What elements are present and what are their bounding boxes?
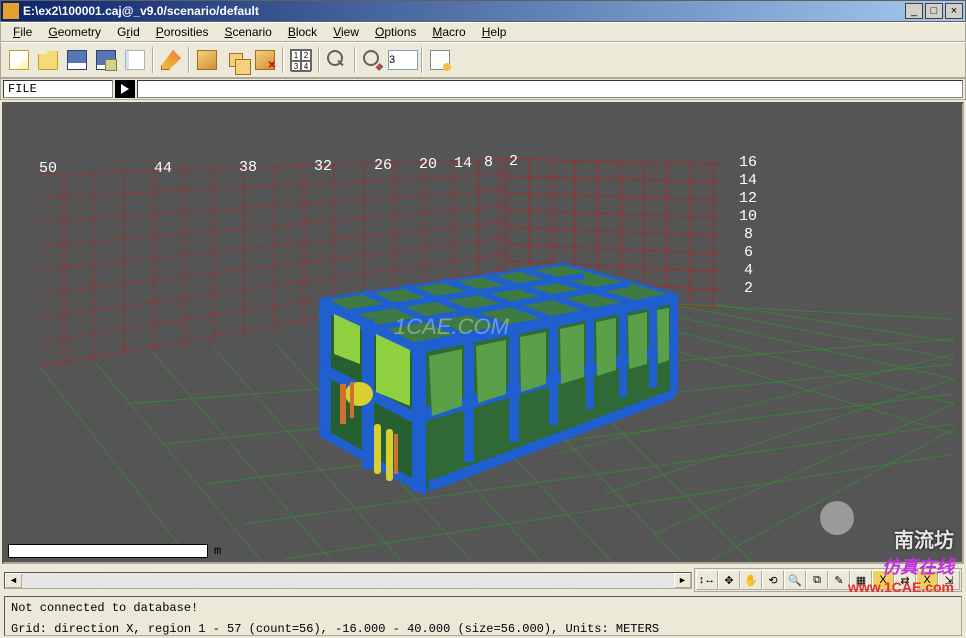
page-button[interactable] xyxy=(121,46,149,74)
tool-clip[interactable]: ▦ xyxy=(850,570,872,590)
axis-x-label: 14 xyxy=(454,155,472,172)
axis-x-label: 20 xyxy=(419,156,437,173)
boxes-button[interactable] xyxy=(222,46,250,74)
properties-button[interactable] xyxy=(426,46,454,74)
axis-z-label: 10 xyxy=(739,208,757,225)
file-go-button[interactable] xyxy=(115,80,135,98)
tool-axis-swap[interactable]: ⇄ xyxy=(894,570,916,590)
menu-macro[interactable]: Macro xyxy=(424,23,473,41)
view-quad-icon: 1234 xyxy=(290,49,312,71)
menu-view[interactable]: View xyxy=(325,23,367,41)
minimize-button[interactable]: _ xyxy=(905,3,923,19)
menu-bar: File Geometry Grid Porosities Scenario B… xyxy=(0,22,966,42)
app-icon xyxy=(3,3,19,19)
tool-measure[interactable]: ✎ xyxy=(828,570,850,590)
boxes-icon xyxy=(229,53,243,67)
tool-rotate[interactable]: ⟲ xyxy=(762,570,784,590)
box-icon xyxy=(197,50,217,70)
scale-ruler xyxy=(8,544,208,558)
scroll-left-button[interactable]: ◄ xyxy=(5,573,22,588)
edit-icon xyxy=(161,50,181,70)
save-all-icon xyxy=(96,50,116,70)
spin-value-input[interactable] xyxy=(388,50,418,70)
page-icon xyxy=(125,50,145,70)
menu-geometry[interactable]: Geometry xyxy=(40,23,109,41)
maximize-button[interactable]: □ xyxy=(925,3,943,19)
axis-z-label: 4 xyxy=(744,262,753,279)
box-delete-button[interactable] xyxy=(251,46,279,74)
status-line-2: Grid: direction X, region 1 - 57 (count=… xyxy=(11,621,955,638)
axis-z-label: 16 xyxy=(739,154,757,171)
status-line-1: Not connected to database! xyxy=(11,600,955,617)
open-folder-icon xyxy=(38,50,58,70)
save-icon xyxy=(67,50,87,70)
scale-ruler-unit: m xyxy=(214,544,221,558)
axis-x-label: 32 xyxy=(314,158,332,175)
tool-pan[interactable]: ✋ xyxy=(740,570,762,590)
box-button[interactable] xyxy=(193,46,221,74)
new-file-button[interactable] xyxy=(5,46,33,74)
menu-options[interactable]: Options xyxy=(367,23,424,41)
menu-block[interactable]: Block xyxy=(280,23,325,41)
close-button[interactable]: × xyxy=(945,3,963,19)
watermark-center: 1CAE.COM xyxy=(394,314,509,340)
bottom-row: ◄ ► ↕↔ ✥ ✋ ⟲ 🔍 ⧉ ✎ ▦ X ⇄ X ⇲ xyxy=(0,566,966,594)
zoom-icon xyxy=(327,50,347,70)
horizontal-scrollbar[interactable]: ◄ ► xyxy=(4,572,692,589)
tool-axis-reset[interactable]: ⇲ xyxy=(938,570,960,590)
toolbar: 1234 xyxy=(0,42,966,78)
axis-z-label: 14 xyxy=(739,172,757,189)
box-delete-icon xyxy=(255,50,275,70)
axis-x-label: 50 xyxy=(39,160,57,177)
open-button[interactable] xyxy=(34,46,62,74)
tool-select[interactable]: ↕↔ xyxy=(696,570,718,590)
tool-axis-y[interactable]: X xyxy=(916,570,938,590)
save-all-button[interactable] xyxy=(92,46,120,74)
menu-grid[interactable]: Grid xyxy=(109,23,148,41)
tool-zoomwin[interactable]: ⧉ xyxy=(806,570,828,590)
file-command-bar: FILE xyxy=(0,78,966,100)
new-file-icon xyxy=(9,50,29,70)
axis-x-label: 2 xyxy=(509,153,518,170)
zoom-area-button[interactable] xyxy=(359,46,387,74)
menu-file[interactable]: File xyxy=(5,23,40,41)
axis-x-label: 44 xyxy=(154,160,172,177)
file-mode-label: FILE xyxy=(3,80,113,98)
axis-x-label: 8 xyxy=(484,154,493,171)
properties-icon xyxy=(430,50,450,70)
zoom-area-icon xyxy=(363,50,383,70)
axis-z-label: 2 xyxy=(744,280,753,297)
menu-scenario[interactable]: Scenario xyxy=(216,23,279,41)
menu-porosities[interactable]: Porosities xyxy=(148,23,217,41)
window-title: E:\ex2\100001.caj@_v9.0/scenario/default xyxy=(23,4,905,18)
axis-z-label: 6 xyxy=(744,244,753,261)
status-panel: Not connected to database! Grid: directi… xyxy=(4,596,962,636)
tool-zoom[interactable]: 🔍 xyxy=(784,570,806,590)
zoom-button[interactable] xyxy=(323,46,351,74)
axis-x-label: 38 xyxy=(239,159,257,176)
title-bar: E:\ex2\100001.caj@_v9.0/scenario/default… xyxy=(0,0,966,22)
scroll-right-button[interactable]: ► xyxy=(674,573,691,588)
tool-axis-x[interactable]: X xyxy=(872,570,894,590)
edit-button[interactable] xyxy=(157,46,185,74)
menu-help[interactable]: Help xyxy=(474,23,515,41)
axis-z-label: 12 xyxy=(739,190,757,207)
view-tools: ↕↔ ✥ ✋ ⟲ 🔍 ⧉ ✎ ▦ X ⇄ X ⇲ xyxy=(694,568,962,592)
viewport-3d[interactable]: 50 44 38 32 26 20 14 8 2 16 14 12 10 8 6… xyxy=(2,102,964,564)
save-button[interactable] xyxy=(63,46,91,74)
axis-x-label: 26 xyxy=(374,157,392,174)
tool-pick[interactable]: ✥ xyxy=(718,570,740,590)
view-quad-button[interactable]: 1234 xyxy=(287,46,315,74)
axis-z-label: 8 xyxy=(744,226,753,243)
file-command-input[interactable] xyxy=(137,80,963,98)
